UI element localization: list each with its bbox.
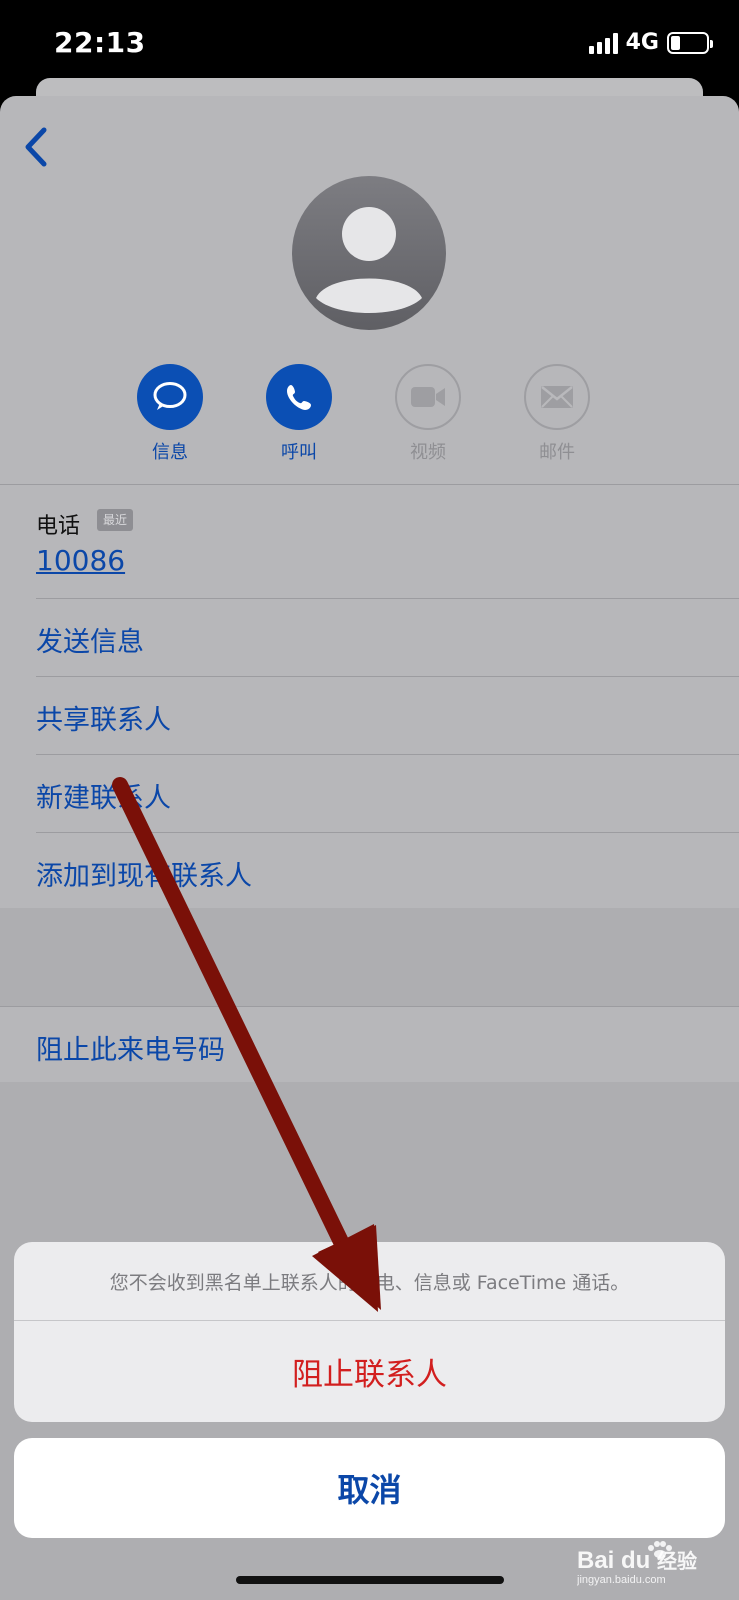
call-action-label: 呼叫 [281,442,317,463]
status-bar: 22:13 4G [0,0,739,90]
video-action[interactable]: 视频 [383,364,473,464]
phone-number-link[interactable]: 10086 [36,544,125,577]
email-action-circle[interactable] [524,364,590,430]
contact-avatar [292,176,446,330]
block-contact-button[interactable]: 阻止联系人 [14,1321,725,1422]
network-type: 4G [625,30,659,55]
home-indicator [236,1576,504,1584]
list-divider [36,598,739,599]
list-divider [36,676,739,677]
new-contact-option[interactable]: 新建联系人 [36,776,171,815]
phone-icon [287,385,311,410]
call-action-circle[interactable] [266,364,332,430]
svg-text:Bai: Bai [577,1547,614,1574]
message-action-label: 信息 [152,442,188,463]
list-top-divider [0,484,739,485]
list-divider [36,754,739,755]
action-sheet-message: 您不会收到黑名单上联系人的来电、信息或 FaceTime 通话。 [109,1272,630,1294]
status-time: 22:13 [54,26,146,59]
list-divider [0,1006,739,1007]
svg-text:经验: 经验 [657,1549,697,1573]
contact-actions: 信息 呼叫 视频 邮件 [0,364,739,464]
recent-badge: 最近 [97,509,134,531]
message-bubble-icon [153,382,187,410]
svg-text:jingyan.baidu.com: jingyan.baidu.com [577,1574,666,1586]
cancel-button[interactable]: 取消 [14,1438,725,1538]
status-indicators: 4G [588,30,713,55]
baidu-logo: Bai du 经验 jingyan.baidu.com [576,1541,697,1586]
person-silhouette-icon [316,207,422,313]
message-action[interactable]: 信息 [125,364,215,464]
phone-field-label: 电话 [36,514,81,539]
signal-strength-icon [588,32,618,54]
block-caller-option[interactable]: 阻止此来电号码 [36,1028,225,1067]
back-button[interactable] [18,122,58,172]
send-message-option[interactable]: 发送信息 [36,620,144,659]
envelope-icon [541,386,573,408]
video-action-label: 视频 [410,442,446,463]
video-camera-icon [411,387,445,407]
list-divider [36,832,739,833]
battery-cap [710,39,713,48]
chevron-left-icon [25,127,47,167]
share-contact-option[interactable]: 共享联系人 [36,698,171,737]
add-to-existing-contact-option[interactable]: 添加到现有联系人 [36,854,252,893]
battery-level [671,35,680,50]
block-action-sheet: 您不会收到黑名单上联系人的来电、信息或 FaceTime 通话。 阻止联系人 [14,1242,725,1422]
baidu-watermark: Bai du 经验 jingyan.baidu.com [576,1538,717,1586]
svg-text:du: du [621,1547,650,1574]
email-action[interactable]: 邮件 [512,364,602,464]
email-action-label: 邮件 [539,442,575,463]
battery-icon [667,31,713,54]
call-action[interactable]: 呼叫 [254,364,344,464]
message-action-circle[interactable] [137,364,203,430]
video-action-circle[interactable] [395,364,461,430]
section-gap [0,908,739,1006]
